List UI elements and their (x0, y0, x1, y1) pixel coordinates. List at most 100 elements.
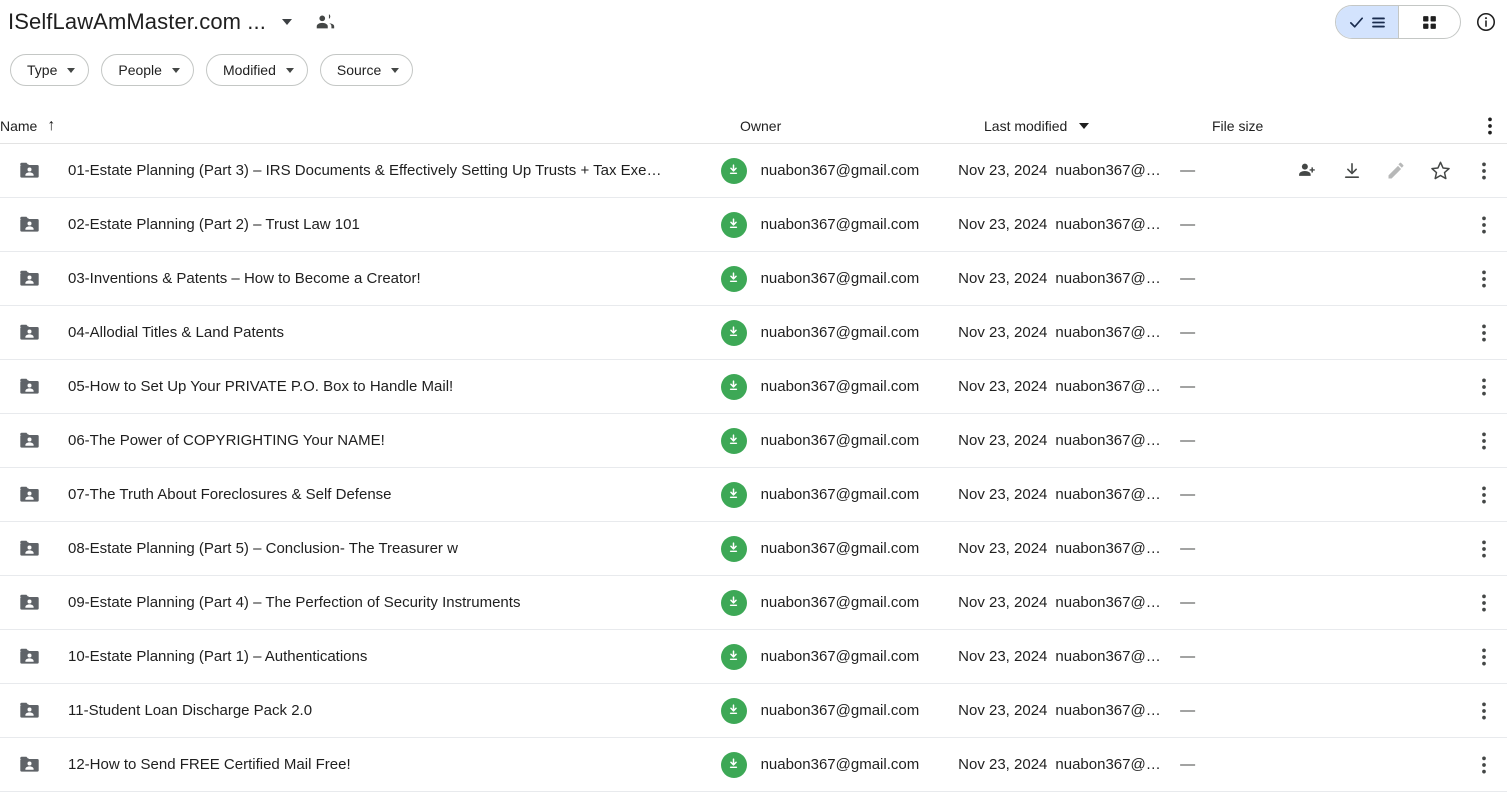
table-row[interactable]: 07-The Truth About Foreclosures & Self D… (0, 468, 1507, 522)
owner-email: nuabon367@gmail.com (760, 594, 920, 611)
chevron-down-icon (1079, 122, 1090, 129)
table-row[interactable]: 05-How to Set Up Your PRIVATE P.O. Box t… (0, 360, 1507, 414)
row-name-cell: 05-How to Set Up Your PRIVATE P.O. Box t… (0, 375, 721, 398)
download-arrow-icon (729, 434, 738, 444)
row-actions (1297, 160, 1507, 181)
column-header-last-modified[interactable]: Last modified (984, 118, 1212, 134)
owner-email: nuabon367@gmail.com (760, 756, 920, 773)
row-modified-cell: Nov 23, 2024 nuabon367@… (958, 378, 1180, 395)
table-row[interactable]: 04-Allodial Titles & Land Patents nuabon… (0, 306, 1507, 360)
row-name-cell: 04-Allodial Titles & Land Patents (0, 321, 721, 344)
star-icon[interactable] (1430, 160, 1451, 181)
chevron-down-icon (285, 67, 294, 73)
shared-folder-icon (12, 375, 46, 398)
download-arrow-icon (729, 758, 738, 768)
more-vert-icon[interactable] (1475, 378, 1493, 396)
column-header-owner[interactable]: Owner (740, 118, 984, 134)
filter-chip-label: Source (336, 62, 382, 78)
row-actions (1297, 646, 1507, 667)
modified-date: Nov 23, 2024 (958, 378, 1048, 395)
column-header-name-label: Name (0, 117, 38, 134)
grid-view-icon (1423, 15, 1436, 29)
more-vert-icon[interactable] (1475, 702, 1493, 720)
modified-by: nuabon367@… (1055, 756, 1161, 773)
filter-chip-people[interactable]: People (101, 54, 194, 86)
row-modified-cell: Nov 23, 2024 nuabon367@… (958, 540, 1180, 557)
chevron-down-icon[interactable] (281, 19, 292, 25)
more-vert-icon[interactable] (1475, 162, 1493, 180)
modified-date: Nov 23, 2024 (958, 162, 1048, 179)
filter-chip-modified[interactable]: Modified (205, 54, 308, 86)
modified-by: nuabon367@… (1055, 378, 1161, 395)
avatar (720, 265, 747, 292)
more-vert-icon[interactable] (1475, 486, 1493, 504)
row-modified-cell: Nov 23, 2024 nuabon367@… (958, 324, 1180, 341)
row-name-cell: 03-Inventions & Patents – How to Become … (0, 267, 721, 290)
more-vert-icon[interactable] (1475, 540, 1493, 558)
table-row[interactable]: 08-Estate Planning (Part 5) – Conclusion… (0, 522, 1507, 576)
download-arrow-icon (729, 326, 738, 336)
owner-email: nuabon367@gmail.com (760, 162, 920, 179)
avatar (720, 751, 747, 778)
row-modified-cell: Nov 23, 2024 nuabon367@… (958, 162, 1180, 179)
table-row[interactable]: 02-Estate Planning (Part 2) – Trust Law … (0, 198, 1507, 252)
table-row[interactable]: 12-How to Send FREE Certified Mail Free!… (0, 738, 1507, 792)
more-vert-icon[interactable] (1475, 594, 1493, 612)
top-bar-right-controls (1335, 5, 1507, 39)
sort-ascending-icon: ↑ (47, 116, 56, 134)
download-arrow-icon (729, 704, 738, 714)
table-row[interactable]: 09-Estate Planning (Part 4) – The Perfec… (0, 576, 1507, 630)
more-vert-icon[interactable] (1475, 270, 1493, 288)
download-icon[interactable] (1342, 161, 1362, 181)
modified-by: nuabon367@… (1055, 594, 1161, 611)
grid-view-button[interactable] (1398, 6, 1460, 38)
drive-title-group[interactable]: ISelfLawAmMaster.com ... (8, 9, 336, 35)
row-actions (1297, 538, 1507, 559)
table-row[interactable]: 01-Estate Planning (Part 3) – IRS Docume… (0, 144, 1507, 198)
more-vert-icon[interactable] (1475, 756, 1493, 774)
owner-email: nuabon367@gmail.com (760, 324, 920, 341)
table-row[interactable]: 10-Estate Planning (Part 1) – Authentica… (0, 630, 1507, 684)
row-file-size: — (1180, 270, 1196, 287)
modified-date: Nov 23, 2024 (958, 540, 1048, 557)
filter-chip-source[interactable]: Source (319, 54, 414, 86)
file-name: 03-Inventions & Patents – How to Become … (68, 270, 421, 287)
owner-email: nuabon367@gmail.com (760, 270, 920, 287)
list-view-button[interactable] (1336, 6, 1398, 38)
download-arrow-icon (729, 596, 738, 606)
row-file-size: — (1180, 162, 1196, 179)
info-circle-icon[interactable] (1475, 11, 1497, 33)
table-row[interactable]: 11-Student Loan Discharge Pack 2.0 nuabo… (0, 684, 1507, 738)
row-name-cell: 10-Estate Planning (Part 1) – Authentica… (0, 645, 721, 668)
more-vert-icon[interactable] (1475, 432, 1493, 450)
avatar (720, 373, 747, 400)
shared-folder-icon (12, 537, 46, 560)
column-header-name[interactable]: Name ↑ (0, 116, 740, 134)
avatar (720, 211, 747, 238)
column-header-file-size[interactable]: File size (1212, 118, 1332, 134)
share-icon[interactable] (1297, 160, 1318, 181)
modified-date: Nov 23, 2024 (958, 216, 1048, 233)
download-arrow-icon (729, 488, 738, 498)
view-mode-toggle[interactable] (1335, 5, 1461, 39)
row-actions (1297, 322, 1507, 343)
table-header-row: Name ↑ Owner Last modified File size (0, 108, 1507, 144)
owner-email: nuabon367@gmail.com (760, 432, 920, 449)
edit-pencil-icon (1386, 161, 1406, 181)
avatar (720, 427, 747, 454)
filter-chip-type[interactable]: Type (10, 54, 90, 86)
avatar (720, 643, 747, 670)
shared-folder-icon (12, 699, 46, 722)
column-header-file-size-label: File size (1212, 117, 1264, 134)
table-row[interactable]: 06-The Power of COPYRIGHTING Your NAME! … (0, 414, 1507, 468)
more-vert-icon[interactable] (1475, 648, 1493, 666)
table-row[interactable]: 03-Inventions & Patents – How to Become … (0, 252, 1507, 306)
more-vert-icon[interactable] (1475, 216, 1493, 234)
row-actions (1297, 754, 1507, 775)
shared-folder-icon (12, 591, 46, 614)
page-title: ISelfLawAmMaster.com ... (8, 9, 266, 34)
more-vert-icon[interactable] (1481, 117, 1499, 135)
owner-email: nuabon367@gmail.com (760, 216, 920, 233)
more-vert-icon[interactable] (1475, 324, 1493, 342)
row-actions (1297, 214, 1507, 235)
